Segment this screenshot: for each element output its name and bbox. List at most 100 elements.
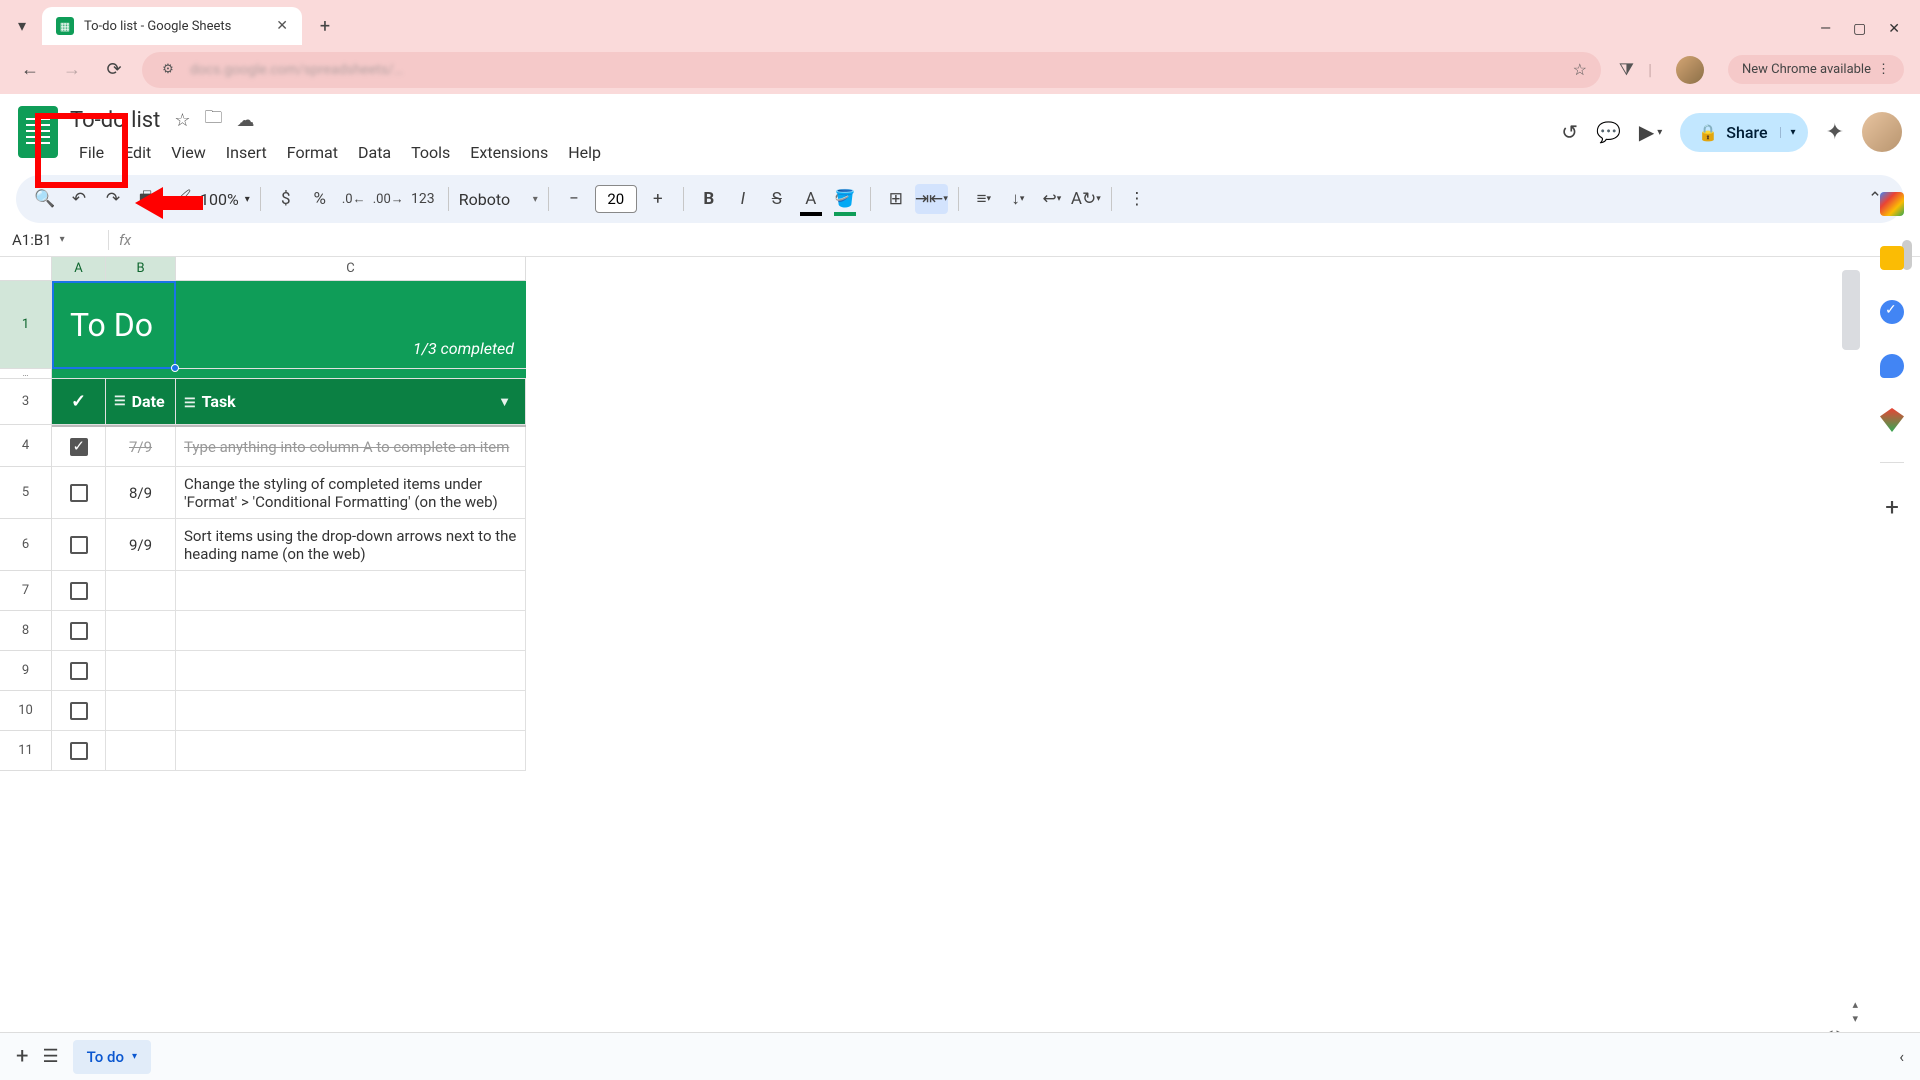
row-header-5[interactable]: 5 [0,467,52,519]
font-size-input[interactable] [595,185,637,213]
tab-close-icon[interactable]: ✕ [276,18,288,34]
meet-icon[interactable]: ▶▾ [1639,120,1662,144]
paint-format-icon[interactable]: 🖌 [166,184,196,214]
text-rotation-icon[interactable]: A↻ ▾ [1071,184,1101,214]
horizontal-align-icon[interactable]: ≡ ▾ [969,184,999,214]
menu-insert[interactable]: Insert [217,138,276,167]
row-header-10[interactable]: 10 [0,691,52,731]
header-date[interactable]: ☰Date [106,379,176,424]
site-settings-icon[interactable]: ⚙ [156,58,180,82]
borders-icon[interactable]: ⊞ [881,184,911,214]
share-button[interactable]: 🔒 Share ▾ [1680,113,1807,152]
column-header-c[interactable]: C [176,257,526,280]
document-title[interactable]: To-do list [70,108,160,133]
menu-view[interactable]: View [162,138,215,167]
filter-icon[interactable]: ☰ [184,396,196,411]
column-header-a[interactable]: A [52,257,106,280]
date-cell[interactable]: 7/9 [106,427,176,466]
vertical-scrollbar[interactable] [1842,270,1860,1020]
all-sheets-icon[interactable]: ☰ [42,1046,58,1067]
add-sheet-icon[interactable]: + [16,1044,28,1069]
fill-color-icon[interactable]: 🪣 [830,184,860,214]
scroll-v-arrows[interactable]: ▴▾ [1852,998,1858,1026]
text-color-icon[interactable]: A [796,184,826,214]
currency-icon[interactable]: $ [271,184,301,214]
reload-icon[interactable]: ⟳ [100,59,128,80]
account-avatar[interactable] [1862,112,1902,152]
select-all-corner[interactable] [0,257,52,281]
task-cell[interactable]: Change the styling of completed items un… [176,467,526,518]
explore-icon[interactable]: ‹ [1899,1047,1904,1066]
comments-icon[interactable]: 💬 [1596,120,1621,144]
row-header-9[interactable]: 9 [0,651,52,691]
checkbox-cell[interactable] [52,691,106,730]
column-header-b[interactable]: B [106,257,176,280]
row-header-2[interactable]: … [0,369,52,379]
move-icon[interactable]: 🗀 [205,105,223,135]
bookmark-star-icon[interactable]: ☆ [1573,60,1587,79]
percent-icon[interactable]: % [305,184,335,214]
name-box[interactable]: A1:B1▾ [0,231,98,249]
more-toolbar-icon[interactable]: ⋮ [1122,184,1152,214]
checkbox-cell[interactable] [52,651,106,690]
history-icon[interactable]: ↺ [1561,120,1578,144]
maps-icon[interactable] [1880,408,1904,432]
checkbox-cell[interactable] [52,467,106,518]
browser-tab[interactable]: ▦ To-do list - Google Sheets ✕ [42,7,302,45]
row-header-4[interactable]: 4 [0,425,52,467]
filter-icon[interactable]: ☰ [114,394,126,409]
share-dropdown-icon[interactable]: ▾ [1780,127,1796,138]
menu-format[interactable]: Format [278,138,347,167]
undo-icon[interactable]: ↶ [64,184,94,214]
vertical-align-icon[interactable]: ↓ ▾ [1003,184,1033,214]
task-cell[interactable]: Sort items using the drop-down arrows ne… [176,519,526,570]
row-header-3[interactable]: 3 [0,379,52,425]
task-cell[interactable]: Type anything into column A to complete … [176,427,526,466]
increase-decimal-icon[interactable]: .00→ [373,184,404,214]
date-cell[interactable]: 9/9 [106,519,176,570]
menu-data[interactable]: Data [349,138,400,167]
checkbox-cell[interactable] [52,611,106,650]
row-header-1[interactable]: 1 [0,281,52,369]
maximize-icon[interactable]: ▢ [1853,21,1866,37]
row-header-7[interactable]: 7 [0,571,52,611]
print-icon[interactable]: 🖶 [132,184,162,214]
menu-edit[interactable]: Edit [115,138,160,167]
header-task[interactable]: ☰Task ▼ [176,379,526,424]
gemini-icon[interactable]: ✦ [1826,120,1844,145]
decrease-decimal-icon[interactable]: .0← [339,184,369,214]
increase-font-icon[interactable]: + [643,184,673,214]
row-header-6[interactable]: 6 [0,519,52,571]
redo-icon[interactable]: ↷ [98,184,128,214]
menu-file[interactable]: File [70,138,113,167]
star-icon[interactable]: ☆ [174,110,190,131]
header-check[interactable]: ✓ [52,379,106,424]
browser-profile-avatar[interactable] [1676,56,1704,84]
menu-tools[interactable]: Tools [402,138,459,167]
cell-completed-count[interactable]: 1/3 completed [176,281,526,368]
merge-cells-icon[interactable]: ⇥⇤ ▾ [915,184,948,214]
extensions-icon[interactable]: ⧩ [1619,60,1634,80]
search-menus-icon[interactable]: 🔍 [30,184,60,214]
strikethrough-icon[interactable]: S [762,184,792,214]
menu-extensions[interactable]: Extensions [461,138,557,167]
checkbox-cell[interactable] [52,427,106,466]
spreadsheet-grid[interactable]: To Do 1/3 completed ✓ ☰Date ☰Task [52,281,526,771]
sheets-logo-icon[interactable] [18,106,58,158]
sheet-tab-todo[interactable]: To do▾ [73,1040,151,1074]
url-field[interactable]: ⚙ docs.google.com/spreadsheets/… ☆ [142,52,1601,88]
contacts-icon[interactable] [1880,354,1904,378]
add-on-plus-icon[interactable]: + [1885,493,1899,521]
calendar-icon[interactable] [1880,192,1904,216]
date-cell[interactable]: 8/9 [106,467,176,518]
filter-icon[interactable]: ▼ [498,394,511,410]
keep-icon[interactable] [1880,246,1904,270]
chevron-down-icon[interactable]: ▾ [533,194,538,205]
checkbox-cell[interactable] [52,731,106,770]
tasks-icon[interactable] [1880,300,1904,324]
minimize-icon[interactable]: — [1820,21,1831,37]
font-family-dropdown[interactable]: Roboto [459,190,529,209]
italic-icon[interactable]: I [728,184,758,214]
tab-search-dropdown[interactable]: ▾ [8,11,36,39]
cloud-status-icon[interactable]: ☁ [237,110,255,131]
